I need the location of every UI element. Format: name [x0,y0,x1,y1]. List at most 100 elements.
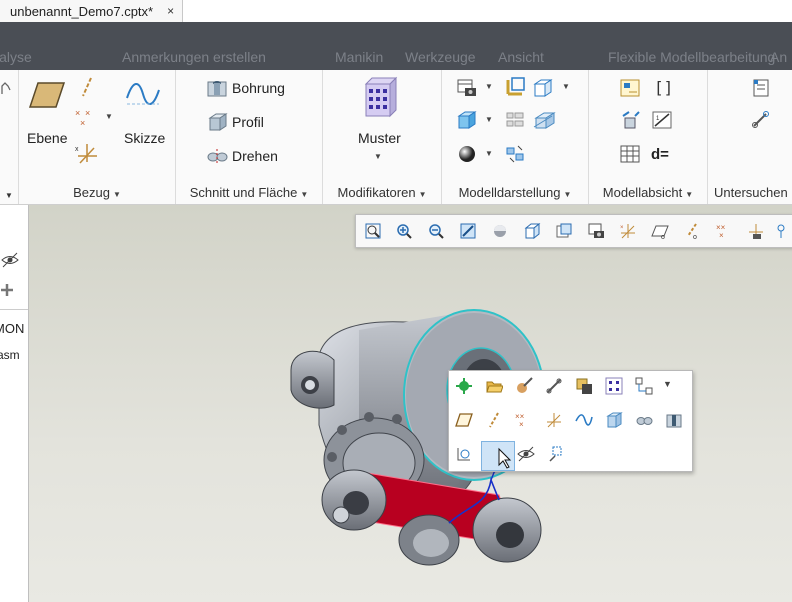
switch-dimensions-icon[interactable] [619,110,641,130]
layer-icon[interactable] [504,110,526,130]
group-cut-dropdown-icon[interactable]: ▼ [0,191,18,200]
display-style-icon[interactable] [532,78,554,98]
add-icon[interactable] [0,281,14,299]
plane-display-icon[interactable]: o [650,221,670,241]
tab-more[interactable]: An [770,49,787,65]
show-hide-icon[interactable] [0,251,20,269]
table-icon[interactable] [619,144,641,164]
point-icon[interactable]: × × × [75,108,99,128]
plane-icon[interactable] [27,80,67,110]
sketch-icon[interactable] [125,78,161,112]
appearance-dropdown-icon[interactable]: ▼ [485,149,493,158]
in-graphics-toolbar: × o o ×× × [355,214,792,248]
shaded-dropdown-icon[interactable]: ▼ [485,115,493,124]
mini-extrude-icon[interactable] [603,409,625,431]
open-folder-icon[interactable] [483,375,505,397]
point-display-icon[interactable]: ×× × [714,221,734,241]
family-table-icon[interactable] [619,78,641,98]
chain-link-icon[interactable] [543,375,565,397]
profil-button-label[interactable]: Profil [232,114,264,130]
mini-csys-icon[interactable] [543,409,565,431]
ebene-button-label[interactable]: Ebene [27,130,67,146]
svg-text:o: o [661,234,665,240]
camera-views-icon[interactable] [586,221,606,241]
csys-display-icon[interactable] [746,221,766,241]
mini-hide-icon[interactable] [515,443,537,465]
notes-icon[interactable]: 1 [651,110,673,130]
mini-selected-button[interactable] [481,441,515,471]
saved-views-icon[interactable] [456,78,478,98]
muster-dropdown-icon[interactable]: ▼ [374,152,382,161]
mini-toolbar-more-icon[interactable]: ▼ [663,379,672,389]
saved-orientations-icon[interactable] [554,221,574,241]
view-manager-icon[interactable] [522,221,542,241]
point-dropdown-icon[interactable]: ▼ [105,112,113,121]
shaded-icon[interactable] [456,110,478,130]
group-modellabsicht-label[interactable]: Modellabsicht ▼ [589,185,707,200]
tab-manikin[interactable]: Manikin [335,49,383,65]
zoom-out-icon[interactable] [426,221,446,241]
svg-text:×: × [620,225,624,231]
mini-axis-icon[interactable] [483,409,505,431]
mini-measure-icon[interactable] [453,443,475,465]
hand-icon[interactable] [0,80,12,96]
group-schnitt-label[interactable]: Schnitt und Fläche ▼ [176,185,322,200]
ribbon-tab-strip: Analyse Anmerkungen erstellen Manikin We… [0,22,792,70]
pattern-icon[interactable] [360,76,400,118]
model-tree-item[interactable]: asm [0,348,20,362]
mini-sketch-icon[interactable] [573,409,595,431]
tab-anmerkungen[interactable]: Anmerkungen erstellen [122,49,266,65]
measure-icon[interactable] [750,78,772,98]
group-modelldarstellung-label[interactable]: Modelldarstellung ▼ [442,185,588,200]
visibility-toggle-icon[interactable] [573,375,595,397]
mini-revolve-icon[interactable] [633,409,655,431]
group-modifikatoren: Muster ▼ Modifikatoren ▼ [323,70,442,204]
muster-button-label[interactable]: Muster [358,130,401,146]
section-view-icon[interactable] [532,110,556,130]
edit-definition-icon[interactable] [453,375,475,397]
close-tab-icon[interactable]: × [167,1,174,22]
axis-icon[interactable] [79,76,95,98]
tab-ansicht[interactable]: Ansicht [498,49,544,65]
orientation-icon[interactable] [504,76,526,98]
coordinate-system-icon[interactable]: x [75,142,99,166]
mini-point-icon[interactable]: ×× × [513,409,535,431]
refit-icon[interactable] [363,221,383,241]
group-bezug-label[interactable]: Bezug ▼ [19,185,175,200]
group-cut-left: ▼ [0,70,19,204]
display-style-dropdown-icon[interactable]: ▼ [562,82,570,91]
relations-icon[interactable]: [] [651,76,673,98]
group-schnitt: Bohrung Profil Drehen Schnitt und Fläche… [176,70,323,204]
zoom-in-icon[interactable] [394,221,414,241]
group-modifikatoren-label[interactable]: Modifikatoren ▼ [323,185,441,200]
tab-werkzeuge[interactable]: Werkzeuge [405,49,476,65]
bohrung-button-label[interactable]: Bohrung [232,80,285,96]
pattern-grid-icon[interactable] [603,375,625,397]
profile-extrude-icon[interactable] [206,112,228,132]
tab-flexible[interactable]: Flexible Modellbearbeitung [608,49,775,65]
skizze-button-label[interactable]: Skizze [124,130,165,146]
document-tab[interactable]: unbenannt_Demo7.cptx* × [0,0,184,22]
datum-display-icon[interactable]: × [618,221,638,241]
annotation-display-icon[interactable] [774,221,790,241]
explode-view-icon[interactable] [504,144,526,164]
axis-display-icon[interactable]: o [682,221,702,241]
group-untersuchen-label[interactable]: Untersuchen [714,185,792,200]
repaint-icon[interactable] [458,221,478,241]
revolve-icon[interactable] [206,146,228,166]
investigate-link-icon[interactable] [750,110,772,130]
shading-style-icon[interactable] [490,221,510,241]
saved-views-dropdown-icon[interactable]: ▼ [485,82,493,91]
mini-plane-icon[interactable] [453,409,475,431]
mini-hole-icon[interactable] [663,409,685,431]
component-link-icon[interactable] [633,375,655,397]
appearance-icon[interactable] [456,144,478,164]
hole-icon[interactable] [206,78,228,98]
mini-relations-icon[interactable] [545,443,567,465]
svg-text:×: × [75,108,80,118]
parameters-button-label[interactable]: d= [651,146,669,163]
tab-analyse[interactable]: Analyse [0,49,32,65]
appearance-brush-icon[interactable] [513,375,535,397]
drehen-button-label[interactable]: Drehen [232,148,278,164]
model-tree-root[interactable]: MON [0,321,24,336]
